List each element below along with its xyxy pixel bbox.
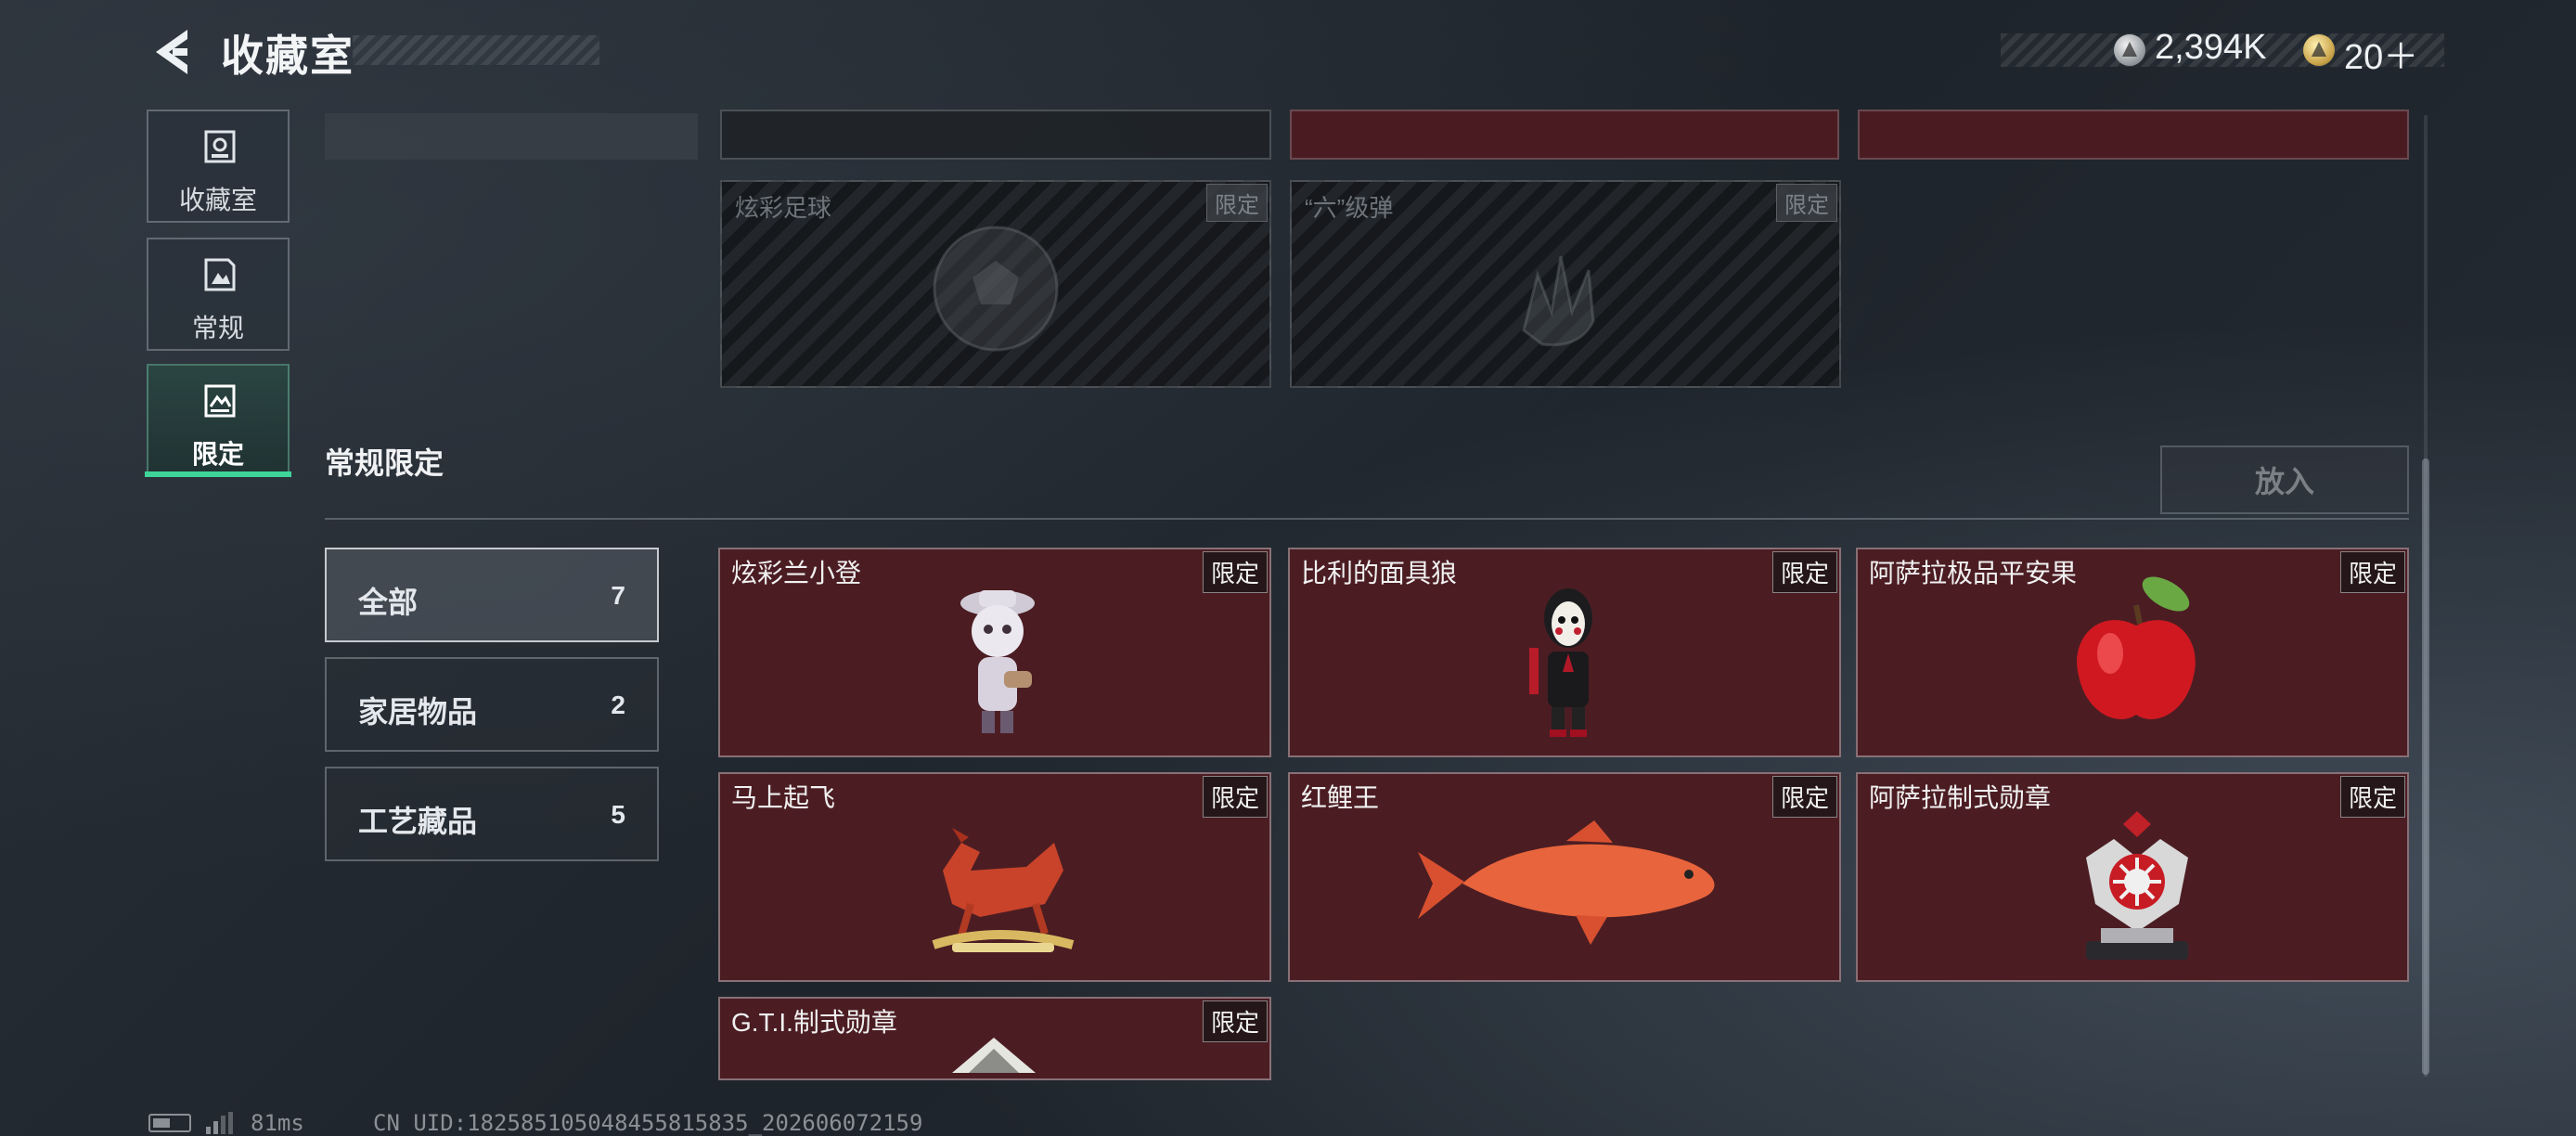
- silver-currency-value: 2,394K: [2155, 28, 2267, 67]
- item-name: “六”级弹: [1305, 194, 1394, 222]
- item-card[interactable]: 阿萨拉极品平安果 限定: [1856, 548, 2409, 757]
- medal-icon: [952, 1038, 1036, 1073]
- filter-label: 工艺藏品: [358, 805, 478, 838]
- koi-fish-icon: [1418, 820, 1715, 945]
- filter-item-partial[interactable]: [325, 113, 698, 160]
- filter-home-items[interactable]: 家居物品 2: [325, 657, 659, 752]
- limited-badge: 限定: [1206, 184, 1268, 222]
- hand-gesture-icon: [1522, 255, 1595, 347]
- locked-item-card[interactable]: “六”级弹 限定: [1290, 180, 1841, 388]
- silver-coin-icon: [2114, 34, 2145, 66]
- item-name: 比利的面具狼: [1301, 559, 1458, 587]
- ping-value: 81ms: [251, 1110, 304, 1136]
- limited-badge: 限定: [1202, 776, 1268, 818]
- soccer-ball-icon: [933, 226, 1059, 352]
- item-card-partial[interactable]: [1858, 110, 2409, 160]
- item-name: 阿萨拉极品平安果: [1869, 559, 2078, 587]
- filter-label: 全部: [358, 586, 419, 619]
- sidebar-item-collection-room[interactable]: 收藏室: [147, 110, 290, 223]
- filter-all[interactable]: 全部 7: [325, 548, 659, 642]
- item-name: 炫彩兰小登: [731, 559, 862, 587]
- collection-room-icon: [204, 130, 236, 163]
- sidebar-item-label: 限定: [191, 440, 244, 469]
- limited-badge: 限定: [1202, 1000, 1268, 1042]
- horse-sculpture-icon: [932, 828, 1075, 952]
- item-name: 红鲤王: [1301, 783, 1380, 812]
- puppet-figure-icon: [1529, 588, 1592, 737]
- signal-icon: [206, 1112, 233, 1134]
- item-card[interactable]: G.T.I.制式勋章 限定: [718, 997, 1271, 1080]
- item-card[interactable]: 炫彩兰小登 限定: [718, 548, 1271, 757]
- item-name: 阿萨拉制式勋章: [1869, 783, 2052, 812]
- page-title: 收藏室: [221, 32, 354, 80]
- item-card-partial[interactable]: [1290, 110, 1839, 160]
- limited-badge: 限定: [1776, 184, 1837, 222]
- title-decoration: [353, 35, 599, 65]
- sidebar-item-label: 收藏室: [178, 186, 257, 214]
- medal-icon: [2086, 811, 2188, 960]
- filter-craft-collectibles[interactable]: 工艺藏品 5: [325, 767, 659, 861]
- apple-icon: [2077, 576, 2196, 719]
- limited-items-icon: [204, 384, 236, 418]
- limited-badge: 限定: [2339, 551, 2405, 593]
- back-button[interactable]: [147, 26, 193, 78]
- filter-label: 家居物品: [358, 695, 478, 729]
- limited-badge: 限定: [1771, 551, 1837, 593]
- uid-text: CN UID:1825851050484558158​35_2026060721…: [373, 1110, 923, 1136]
- gold-currency-value: 20＋: [2344, 38, 2419, 77]
- limited-badge: 限定: [1202, 551, 1268, 593]
- item-name: G.T.I.制式勋章: [731, 1008, 897, 1037]
- limited-badge: 限定: [2339, 776, 2405, 818]
- section-divider: [325, 518, 2409, 520]
- item-card[interactable]: 比利的面具狼 限定: [1288, 548, 1841, 757]
- sidebar-item-limited[interactable]: 限定: [147, 364, 290, 477]
- item-card[interactable]: 马上起飞 限定: [718, 772, 1271, 982]
- figurine-icon: [960, 590, 1035, 733]
- regular-items-icon: [204, 258, 236, 291]
- place-button[interactable]: 放入: [2160, 445, 2409, 514]
- item-card[interactable]: 阿萨拉制式勋章 限定: [1856, 772, 2409, 982]
- locked-item-card[interactable]: 炫彩足球 限定: [720, 180, 1271, 388]
- item-card-partial[interactable]: [720, 110, 1271, 160]
- gold-coin-icon: [2303, 34, 2335, 66]
- sidebar-item-label: 常规: [191, 314, 244, 342]
- item-card[interactable]: 红鲤王 限定: [1288, 772, 1841, 982]
- battery-icon: [148, 1114, 191, 1132]
- limited-badge: 限定: [1771, 776, 1837, 818]
- section-title: 常规限定: [325, 446, 444, 480]
- filter-count: 2: [611, 691, 625, 719]
- chevron-left-icon: [156, 30, 187, 74]
- scrollbar-thumb[interactable]: [2422, 458, 2429, 1075]
- active-tab-indicator: [145, 471, 291, 477]
- filter-count: 5: [611, 800, 625, 829]
- sidebar-item-regular[interactable]: 常规: [147, 238, 290, 351]
- filter-count: 7: [611, 581, 625, 610]
- item-name: 炫彩足球: [735, 194, 832, 222]
- item-name: 马上起飞: [731, 783, 836, 812]
